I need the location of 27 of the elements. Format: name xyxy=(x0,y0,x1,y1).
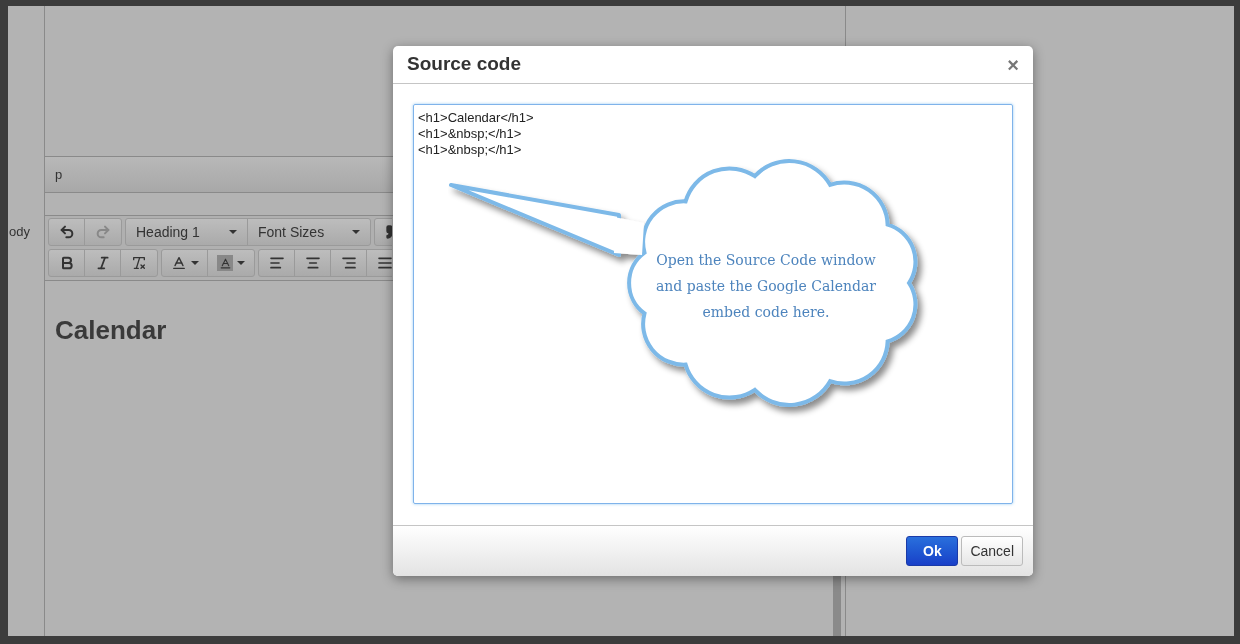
background-color-icon xyxy=(217,255,233,271)
code-line: <h1>Calendar</h1> xyxy=(418,110,534,126)
align-center-icon xyxy=(304,255,321,271)
caret-icon xyxy=(352,230,360,234)
close-button[interactable]: × xyxy=(1007,54,1019,75)
align-left-icon xyxy=(268,255,285,271)
justify-icon xyxy=(377,255,392,271)
field-label: ody xyxy=(9,223,31,241)
caret-icon xyxy=(190,261,199,265)
format-dropdown[interactable]: Heading 1 xyxy=(126,219,248,245)
callout-text: Open the Source Code window and paste the Google Calendar embed code here. xyxy=(654,251,878,322)
align-right-icon xyxy=(340,255,357,271)
code-line: <h1>&nbsp;</h1> xyxy=(418,142,522,158)
code-line: <h1>&nbsp;</h1> xyxy=(418,126,522,142)
caret-icon xyxy=(229,230,237,234)
element-path[interactable]: p xyxy=(55,164,63,185)
dialog-title: Source code xyxy=(407,52,522,77)
format-dropdown[interactable]: Font Sizes xyxy=(248,219,370,245)
editor-heading: Calendar xyxy=(55,314,168,347)
text-color-icon xyxy=(170,255,187,271)
cancel-button[interactable]: Cancel xyxy=(961,536,1023,566)
caret-icon xyxy=(237,261,245,265)
undo-icon xyxy=(58,224,75,240)
redo-icon xyxy=(95,224,111,240)
source-code-field[interactable]: <h1>Calendar</h1> <h1>&nbsp;</h1> <h1>&nbsp;</h1> Open the Source Code window and paste the Google Calendar embed code here. xyxy=(413,104,1013,504)
clear-formatting-icon xyxy=(131,255,147,271)
ok-button[interactable]: Ok xyxy=(906,536,959,566)
